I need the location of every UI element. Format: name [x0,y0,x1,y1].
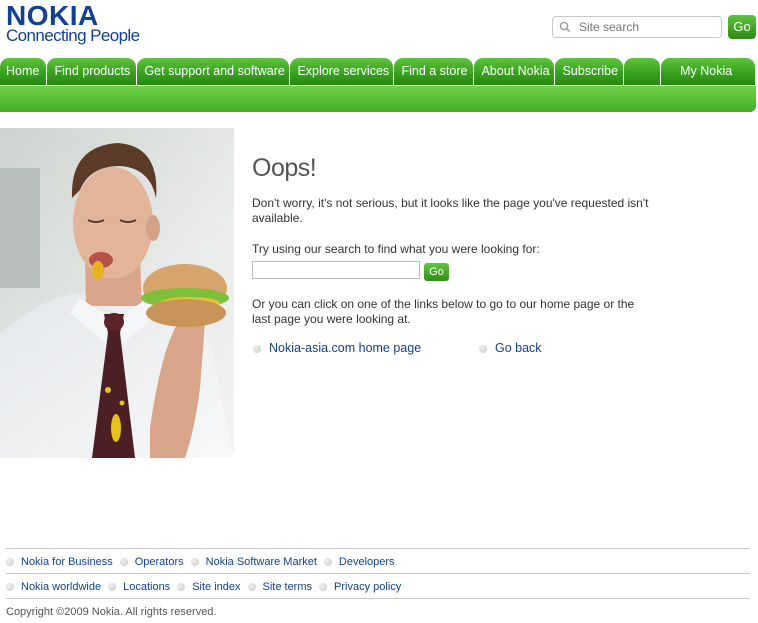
bullet-icon [247,583,256,591]
error-message: Don't worry, it's not serious, but it lo… [252,196,649,225]
bullet-icon [177,583,186,591]
nav-spacer-tab [624,58,661,85]
magnifier-icon [559,21,571,33]
bullet-icon [253,345,261,353]
error-search-input[interactable] [252,261,420,279]
footer-link-worldwide[interactable]: Nokia worldwide [21,581,101,593]
search-prompt: Try using our search to find what you we… [252,242,540,256]
footer-divider [6,598,750,599]
site-search-box [552,16,722,38]
footer-divider [6,548,750,549]
error-title: Oops! [252,154,317,182]
links-prompt: Or you can click on one of the links bel… [252,297,635,326]
brand-tagline: Connecting People [6,26,140,45]
bullet-icon [319,583,328,591]
bullet-icon [6,558,14,566]
site-search-input[interactable] [579,19,717,35]
nav-my-nokia[interactable]: My Nokia [661,58,755,85]
go-back-link[interactable]: Go back [495,341,542,355]
home-page-link[interactable]: Nokia-asia.com home page [269,341,421,355]
site-search-go-button[interactable]: Go [728,15,756,39]
footer-links-row-1: Nokia for Business Operators Nokia Softw… [6,556,402,568]
footer-divider [6,573,750,574]
footer-link-operators[interactable]: Operators [135,556,184,568]
footer-links-row-2: Nokia worldwide Locations Site index Sit… [6,581,408,593]
bullet-icon [479,345,487,353]
nav-support-software[interactable]: Get support and software [137,58,290,85]
nav-about-nokia[interactable]: About Nokia [474,58,555,85]
bullet-icon [108,583,117,591]
footer-link-privacy[interactable]: Privacy policy [334,581,401,593]
bullet-icon [190,558,199,566]
main-nav: Home Find products Get support and softw… [0,58,756,85]
footer-link-developers[interactable]: Developers [339,556,395,568]
man-eating-sandwich-illustration [0,128,234,458]
bullet-icon [6,583,14,591]
sub-nav-bar [0,86,756,112]
nav-find-store[interactable]: Find a store [394,58,474,85]
nav-home[interactable]: Home [0,58,47,85]
nav-explore-services[interactable]: Explore services [290,58,394,85]
footer-link-software-market[interactable]: Nokia Software Market [206,556,317,568]
nav-find-products[interactable]: Find products [47,58,137,85]
footer-link-site-index[interactable]: Site index [192,581,240,593]
footer-link-locations[interactable]: Locations [123,581,170,593]
bullet-icon [323,558,332,566]
bullet-icon [119,558,128,566]
error-search-go-button[interactable]: Go [424,263,449,281]
nav-subscribe[interactable]: Subscribe [555,58,624,85]
footer-link-business[interactable]: Nokia for Business [21,556,113,568]
copyright-text: Copyright ©2009 Nokia. All rights reserv… [6,606,217,618]
footer-link-site-terms[interactable]: Site terms [263,581,313,593]
hero-image [0,128,234,458]
